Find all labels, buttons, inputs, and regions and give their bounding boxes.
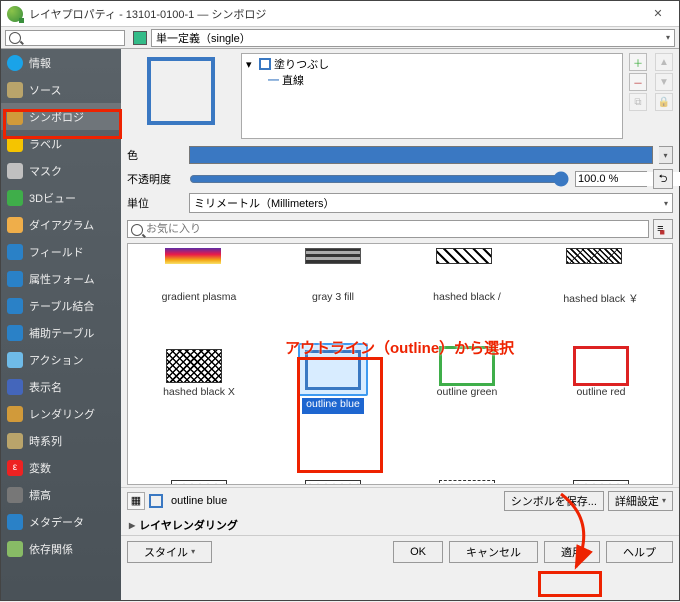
move-down-button[interactable]: ▼: [655, 73, 673, 91]
sidebar-item-temporal[interactable]: 時系列: [1, 427, 121, 454]
search-icon: [131, 224, 143, 236]
swatch-dotted-2[interactable]: [305, 480, 361, 485]
color-dropdown[interactable]: ▾: [659, 146, 673, 164]
symbol-gallery: gradient plasma gray 3 fill hashed black…: [127, 243, 673, 485]
apply-button[interactable]: 適用: [544, 541, 600, 563]
attr-form-icon: [7, 271, 23, 287]
tree-collapse-icon[interactable]: ▾: [246, 58, 256, 71]
display-icon: [7, 379, 23, 395]
sidebar-item-display[interactable]: 表示名: [1, 373, 121, 400]
help-button[interactable]: ヘルプ: [606, 541, 673, 563]
result-swatch-icon: [149, 494, 163, 508]
sidebar-item-fields[interactable]: フィールド: [1, 238, 121, 265]
symbology-icon: [7, 109, 23, 125]
color-label: 色: [127, 147, 183, 163]
swatch-hashed-black-x[interactable]: [166, 349, 222, 383]
swatch-dotted-4[interactable]: [573, 480, 629, 485]
mask-icon: [7, 163, 23, 179]
rendering-icon: [7, 406, 23, 422]
opacity-label: 不透明度: [127, 171, 183, 187]
sidebar-item-elevation[interactable]: 標高: [1, 481, 121, 508]
ok-button[interactable]: OK: [393, 541, 443, 563]
move-up-button[interactable]: ▲: [655, 53, 673, 71]
chevron-down-icon: ▾: [664, 199, 668, 208]
3d-icon: [7, 190, 23, 206]
titlebar: レイヤプロパティ - 13101-0100-1 — シンボロジ ✕: [1, 1, 679, 27]
swatch-outline-green[interactable]: [439, 346, 495, 386]
color-picker[interactable]: [189, 146, 653, 164]
swatch-dotted-3[interactable]: [439, 480, 495, 485]
actions-icon: [7, 352, 23, 368]
sidebar-item-symbology[interactable]: シンボロジ: [1, 103, 121, 130]
info-icon: [7, 55, 23, 71]
sidebar-item-joins[interactable]: テーブル結合: [1, 292, 121, 319]
save-symbol-button[interactable]: シンボルを保存...: [504, 491, 604, 511]
style-button[interactable]: スタイル ▾: [127, 541, 212, 563]
aux-icon: [7, 325, 23, 341]
selected-symbol-name: outline blue: [167, 495, 500, 507]
sidebar-item-source[interactable]: ソース: [1, 76, 121, 103]
sidebar-item-rendering[interactable]: レンダリング: [1, 400, 121, 427]
styletype-select[interactable]: 単一定義（single） ▾: [151, 29, 675, 47]
advanced-settings-button[interactable]: 詳細設定 ▾: [608, 491, 673, 511]
diagram-icon: [7, 217, 23, 233]
unit-label: 単位: [127, 195, 183, 211]
metadata-icon: [7, 514, 23, 530]
swatch-outline-blue[interactable]: [305, 350, 361, 390]
layer-rendering-header[interactable]: ▶ レイヤレンダリング: [121, 513, 679, 535]
favorites-search-input[interactable]: [127, 220, 649, 238]
deps-icon: [7, 541, 23, 557]
opacity-spinner[interactable]: ▲▼: [575, 171, 647, 187]
sidebar-item-attributes-form[interactable]: 属性フォーム: [1, 265, 121, 292]
styletype-label: 単一定義（single）: [156, 30, 251, 46]
sidebar-item-metadata[interactable]: メタデータ: [1, 508, 121, 535]
unit-select[interactable]: ミリメートル（Millimeters） ▾: [189, 193, 673, 213]
fill-swatch-icon: [259, 58, 271, 70]
source-icon: [7, 82, 23, 98]
swatch-dotted-1[interactable]: [171, 480, 227, 485]
add-layer-button[interactable]: ＋: [629, 53, 647, 71]
gallery-view-toggle[interactable]: ▦: [127, 492, 145, 510]
swatch-hashed-black-yen[interactable]: [566, 248, 622, 264]
duplicate-layer-button[interactable]: ⧉: [629, 93, 647, 111]
category-sidebar: 情報 ソース シンボロジ ラベル マスク 3Dビュー ダイアグラム フィールド …: [1, 49, 121, 600]
cancel-button[interactable]: キャンセル: [449, 541, 538, 563]
app-icon: [7, 6, 23, 22]
swatch-gradient-plasma[interactable]: [165, 248, 221, 264]
sidebar-item-variables[interactable]: ε変数: [1, 454, 121, 481]
opacity-slider[interactable]: [189, 171, 569, 187]
sidebar-item-aux-storage[interactable]: 補助テーブル: [1, 319, 121, 346]
tag-filter-button[interactable]: ≡■: [653, 219, 673, 239]
labels-icon: [7, 136, 23, 152]
symbol-layers-tree[interactable]: ▾ 塗りつぶし — 直線: [241, 53, 623, 139]
variables-icon: ε: [7, 460, 23, 476]
fields-icon: [7, 244, 23, 260]
expand-icon: ▶: [129, 521, 135, 530]
sidebar-item-diagram[interactable]: ダイアグラム: [1, 211, 121, 238]
elevation-icon: [7, 487, 23, 503]
window-title: レイヤプロパティ - 13101-0100-1 — シンボロジ: [29, 6, 643, 22]
chevron-down-icon: ▾: [666, 33, 670, 42]
swatch-hashed-black-fwd[interactable]: [436, 248, 492, 264]
sidebar-item-actions[interactable]: アクション: [1, 346, 121, 373]
sidebar-item-mask[interactable]: マスク: [1, 157, 121, 184]
lock-layer-button[interactable]: 🔒: [655, 93, 673, 111]
close-icon[interactable]: ✕: [643, 7, 673, 20]
swatch-gray3-fill[interactable]: [305, 248, 361, 264]
sidebar-item-3dview[interactable]: 3Dビュー: [1, 184, 121, 211]
symbol-preview: [147, 57, 215, 125]
sidebar-item-labels[interactable]: ラベル: [1, 130, 121, 157]
sidebar-item-dependencies[interactable]: 依存関係: [1, 535, 121, 562]
sidebar-item-info[interactable]: 情報: [1, 49, 121, 76]
swatch-outline-red[interactable]: [573, 346, 629, 386]
remove-layer-button[interactable]: －: [629, 73, 647, 91]
joins-icon: [7, 298, 23, 314]
line-icon: —: [268, 74, 279, 86]
search-icon: [9, 32, 21, 44]
temporal-icon: [7, 433, 23, 449]
data-defined-button[interactable]: ⮌: [653, 169, 673, 189]
styletype-icon: [133, 31, 147, 45]
